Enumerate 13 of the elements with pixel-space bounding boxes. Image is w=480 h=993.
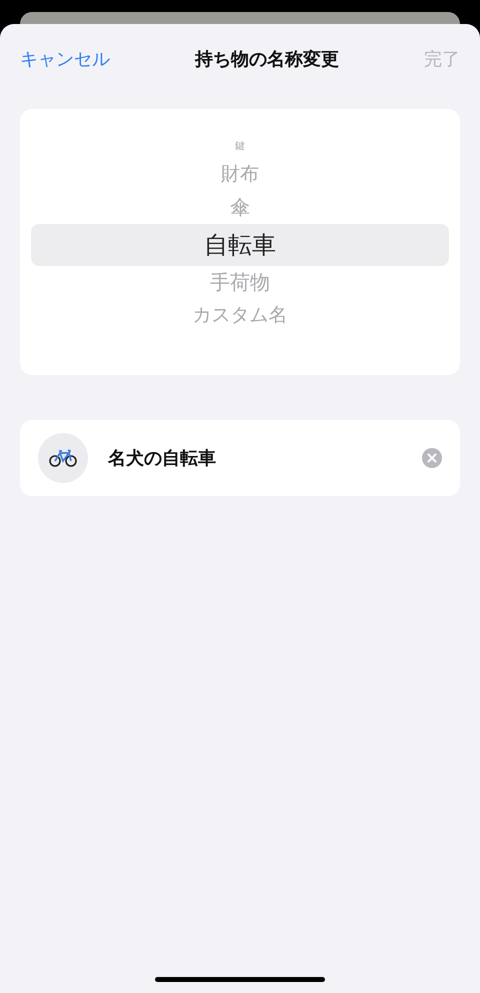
cancel-button[interactable]: キャンセル: [20, 47, 110, 71]
picker-option[interactable]: 自転車: [31, 224, 449, 266]
clear-icon: [422, 448, 442, 468]
item-picker[interactable]: 鍵 財布 傘 自転車 手荷物 カスタム名: [20, 109, 460, 375]
picker-option[interactable]: 傘: [31, 191, 449, 224]
clear-button[interactable]: [422, 448, 442, 468]
picker-option[interactable]: 財布: [31, 158, 449, 191]
sheet-title: 持ち物の名称変更: [195, 48, 339, 71]
picker-option[interactable]: 鍵: [31, 135, 449, 158]
picker-option[interactable]: 手荷物: [31, 266, 449, 299]
picker-option[interactable]: カスタム名: [31, 299, 449, 332]
name-field[interactable]: 名犬の自転車: [108, 448, 422, 468]
bicycle-icon: [49, 448, 77, 468]
